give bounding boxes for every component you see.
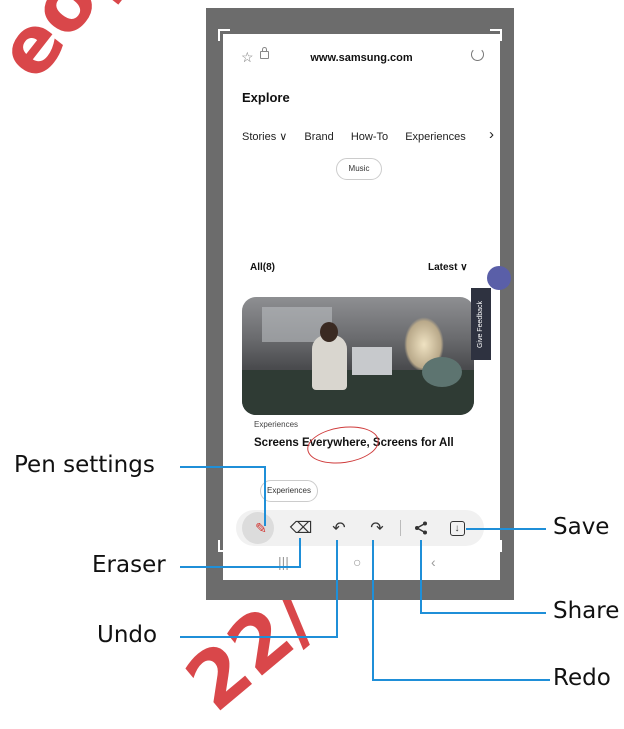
article-image[interactable] xyxy=(242,297,474,415)
person-head-shape xyxy=(320,322,338,342)
system-nav-bar: ||| ○ ‹ xyxy=(223,554,500,582)
sort-dropdown[interactable]: Latest ∨ xyxy=(428,262,468,273)
tab-experiences[interactable]: Experiences xyxy=(405,131,466,143)
callout-eraser: Eraser xyxy=(92,552,166,578)
watermark-text: eop.le xyxy=(0,0,218,95)
reload-icon[interactable] xyxy=(471,48,484,61)
filter-all[interactable]: All(8) xyxy=(250,262,275,273)
callout-share: Share xyxy=(553,598,620,624)
drawing-toolbar: ✎ ⌫ ↶ ↷ ↓ xyxy=(236,510,484,546)
page-title: Explore xyxy=(242,90,290,105)
callout-line xyxy=(180,636,338,638)
callout-line xyxy=(372,679,550,681)
url-text[interactable]: www.samsung.com xyxy=(223,52,500,64)
callout-line xyxy=(299,538,301,568)
callout-line xyxy=(180,466,264,468)
person-shape xyxy=(312,335,347,390)
callout-pen-settings: Pen settings xyxy=(14,452,155,478)
article-category: Experiences xyxy=(254,420,299,429)
back-icon[interactable]: ‹ xyxy=(431,554,436,570)
laptop-shape xyxy=(352,347,392,375)
callout-line xyxy=(264,466,266,526)
redo-button[interactable]: ↷ xyxy=(362,510,392,546)
url-bar[interactable]: ☆ www.samsung.com xyxy=(223,34,500,82)
callout-line xyxy=(336,540,338,638)
callout-redo: Redo xyxy=(553,665,611,691)
share-icon xyxy=(415,521,427,535)
tab-brand[interactable]: Brand xyxy=(304,131,333,143)
eraser-icon: ⌫ xyxy=(289,520,313,537)
save-icon: ↓ xyxy=(449,520,465,536)
toolbar-divider xyxy=(400,520,401,536)
callout-line xyxy=(466,528,546,530)
crop-corner xyxy=(490,540,502,552)
pen-settings-button[interactable]: ✎ xyxy=(238,510,284,546)
category-tabs: Stories ∨ Brand How-To Experiences xyxy=(242,130,480,143)
callout-line xyxy=(180,566,301,568)
undo-icon: ↶ xyxy=(332,520,346,537)
callout-line xyxy=(420,540,422,614)
plant-shape xyxy=(422,357,462,387)
tab-how-to[interactable]: How-To xyxy=(351,131,388,143)
crop-corner xyxy=(218,540,230,552)
chevron-right-icon[interactable]: › xyxy=(489,126,494,143)
feedback-bubble[interactable] xyxy=(487,266,511,290)
callout-line xyxy=(372,540,374,681)
undo-button[interactable]: ↶ xyxy=(324,510,354,546)
give-feedback-tab[interactable]: Give Feedback xyxy=(471,288,491,360)
redo-icon: ↷ xyxy=(370,520,384,537)
crop-corner xyxy=(218,29,230,41)
callout-save: Save xyxy=(553,514,610,540)
eraser-button[interactable]: ⌫ xyxy=(286,510,316,546)
pen-annotation-circle xyxy=(304,422,382,468)
home-icon[interactable]: ○ xyxy=(353,554,361,570)
music-chip[interactable]: Music xyxy=(336,158,382,180)
crop-corner xyxy=(490,29,502,41)
tab-stories[interactable]: Stories ∨ xyxy=(242,131,287,143)
callout-undo: Undo xyxy=(97,622,158,648)
callout-line xyxy=(420,612,546,614)
experiences-chip[interactable]: Experiences xyxy=(260,480,318,502)
